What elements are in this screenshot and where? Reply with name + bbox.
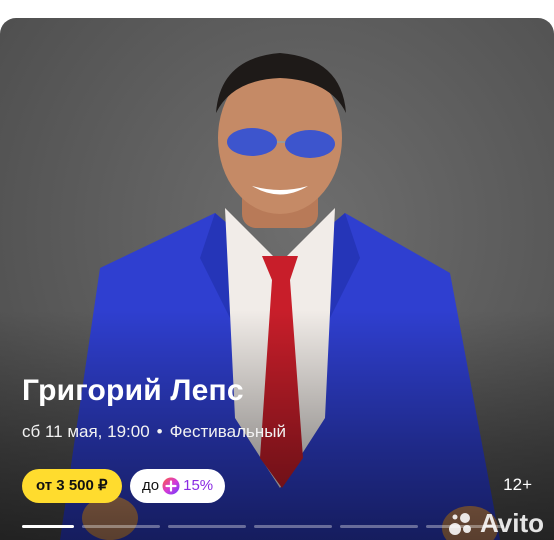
cashback-percent: 15% bbox=[183, 477, 214, 494]
event-card[interactable]: Григорий Лепс сб 11 мая, 19:00 • Фестиваль… bbox=[0, 18, 554, 540]
age-rating: 12+ bbox=[503, 475, 532, 494]
event-title: Григорий Лепс bbox=[22, 374, 244, 407]
progress-segment bbox=[254, 525, 332, 528]
meta-separator: • bbox=[156, 422, 163, 441]
event-date: сб 11 мая, 19:00 bbox=[22, 422, 150, 441]
avito-logo-icon bbox=[448, 512, 471, 535]
cashback-prefix: до bbox=[142, 477, 160, 494]
cashback-badge[interactable]: до 15% bbox=[130, 469, 226, 503]
slide-progress bbox=[22, 525, 504, 528]
plus-cashback-icon bbox=[162, 477, 180, 495]
event-meta: сб 11 мая, 19:00 • Фестивальный bbox=[22, 422, 286, 442]
progress-segment bbox=[168, 525, 246, 528]
price-badge[interactable]: от 3 500 ₽ bbox=[22, 469, 122, 503]
progress-segment bbox=[82, 525, 160, 528]
watermark-text: Avito bbox=[479, 508, 544, 538]
progress-segment-active bbox=[22, 525, 74, 528]
event-venue[interactable]: Фестивальный bbox=[170, 422, 286, 441]
avito-watermark: Avito bbox=[448, 508, 544, 539]
progress-segment bbox=[340, 525, 418, 528]
